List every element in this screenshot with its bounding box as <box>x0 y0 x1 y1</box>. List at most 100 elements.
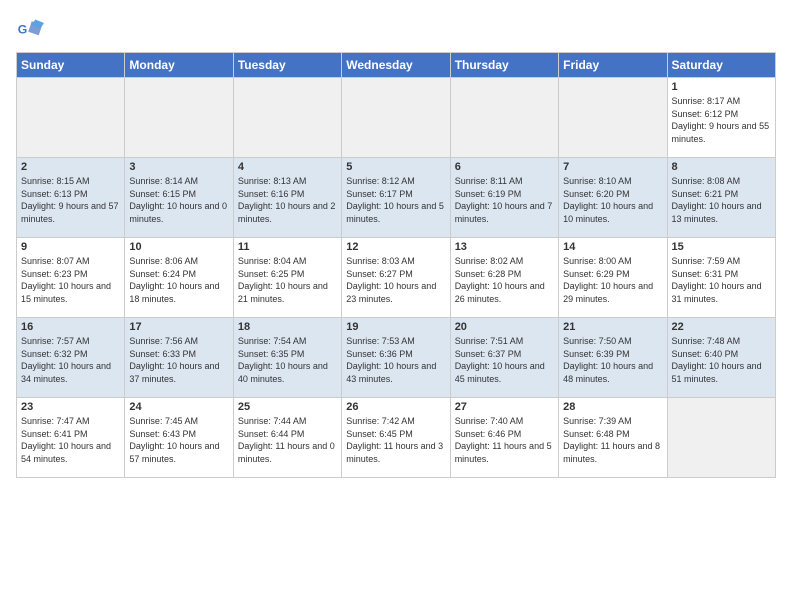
day-info: Sunrise: 8:06 AM Sunset: 6:24 PM Dayligh… <box>129 255 228 305</box>
calendar-cell: 27 Sunrise: 7:40 AM Sunset: 6:46 PM Dayli… <box>450 398 558 478</box>
day-info: Sunrise: 8:10 AM Sunset: 6:20 PM Dayligh… <box>563 175 662 225</box>
calendar-cell: 9 Sunrise: 8:07 AM Sunset: 6:23 PM Daylig… <box>17 238 125 318</box>
calendar-cell: 6Sunrise: 8:11 AM Sunset: 6:19 PM Daylig… <box>450 158 558 238</box>
day-info: Sunrise: 7:51 AM Sunset: 6:37 PM Dayligh… <box>455 335 554 385</box>
calendar-cell: 14 Sunrise: 8:00 AM Sunset: 6:29 PM Dayli… <box>559 238 667 318</box>
day-info: Sunrise: 8:08 AM Sunset: 6:21 PM Dayligh… <box>672 175 771 225</box>
day-info: Sunrise: 7:56 AM Sunset: 6:33 PM Dayligh… <box>129 335 228 385</box>
day-number: 12 <box>346 241 445 253</box>
day-info: Sunrise: 7:45 AM Sunset: 6:43 PM Dayligh… <box>129 415 228 465</box>
svg-text:G: G <box>18 23 28 37</box>
header-wednesday: Wednesday <box>342 53 450 78</box>
day-number: 2 <box>21 161 120 173</box>
header-sunday: Sunday <box>17 53 125 78</box>
day-info: Sunrise: 7:47 AM Sunset: 6:41 PM Dayligh… <box>21 415 120 465</box>
week-row-2: 2 Sunrise: 8:15 AM Sunset: 6:13 PM Daylig… <box>17 158 776 238</box>
day-info: Sunrise: 8:13 AM Sunset: 6:16 PM Dayligh… <box>238 175 337 225</box>
logo-icon: G <box>16 16 44 44</box>
calendar-cell: 21 Sunrise: 7:50 AM Sunset: 6:39 PM Dayli… <box>559 318 667 398</box>
day-number: 26 <box>346 401 445 413</box>
calendar-cell <box>233 78 341 158</box>
page-header: G <box>16 16 776 44</box>
day-info: Sunrise: 8:07 AM Sunset: 6:23 PM Dayligh… <box>21 255 120 305</box>
day-info: Sunrise: 8:17 AM Sunset: 6:12 PM Dayligh… <box>672 95 771 145</box>
calendar-cell <box>559 78 667 158</box>
calendar-cell: 22 Sunrise: 7:48 AM Sunset: 6:40 PM Dayli… <box>667 318 775 398</box>
day-number: 11 <box>238 241 337 253</box>
calendar-cell: 28Sunrise: 7:39 AM Sunset: 6:48 PM Dayli… <box>559 398 667 478</box>
day-number: 23 <box>21 401 120 413</box>
day-number: 6 <box>455 161 554 173</box>
day-info: Sunrise: 7:48 AM Sunset: 6:40 PM Dayligh… <box>672 335 771 385</box>
calendar-cell: 5 Sunrise: 8:12 AM Sunset: 6:17 PM Daylig… <box>342 158 450 238</box>
calendar-cell: 16Sunrise: 7:57 AM Sunset: 6:32 PM Dayli… <box>17 318 125 398</box>
day-info: Sunrise: 7:54 AM Sunset: 6:35 PM Dayligh… <box>238 335 337 385</box>
day-number: 13 <box>455 241 554 253</box>
calendar-cell <box>17 78 125 158</box>
day-number: 25 <box>238 401 337 413</box>
day-number: 3 <box>129 161 228 173</box>
logo: G <box>16 16 48 44</box>
day-info: Sunrise: 8:04 AM Sunset: 6:25 PM Dayligh… <box>238 255 337 305</box>
day-number: 19 <box>346 321 445 333</box>
day-number: 8 <box>672 161 771 173</box>
week-row-3: 9 Sunrise: 8:07 AM Sunset: 6:23 PM Daylig… <box>17 238 776 318</box>
week-row-5: 23 Sunrise: 7:47 AM Sunset: 6:41 PM Dayli… <box>17 398 776 478</box>
day-number: 1 <box>672 81 771 93</box>
day-number: 10 <box>129 241 228 253</box>
calendar-cell: 12 Sunrise: 8:03 AM Sunset: 6:27 PM Dayli… <box>342 238 450 318</box>
calendar-table: SundayMondayTuesdayWednesdayThursdayFrid… <box>16 52 776 478</box>
week-row-4: 16Sunrise: 7:57 AM Sunset: 6:32 PM Dayli… <box>17 318 776 398</box>
calendar-cell: 25 Sunrise: 7:44 AM Sunset: 6:44 PM Dayli… <box>233 398 341 478</box>
calendar-cell: 7Sunrise: 8:10 AM Sunset: 6:20 PM Daylig… <box>559 158 667 238</box>
calendar-cell <box>667 398 775 478</box>
day-info: Sunrise: 7:44 AM Sunset: 6:44 PM Dayligh… <box>238 415 337 465</box>
day-info: Sunrise: 8:12 AM Sunset: 6:17 PM Dayligh… <box>346 175 445 225</box>
calendar-cell: 15 Sunrise: 7:59 AM Sunset: 6:31 PM Dayli… <box>667 238 775 318</box>
calendar-cell: 18 Sunrise: 7:54 AM Sunset: 6:35 PM Dayli… <box>233 318 341 398</box>
day-number: 4 <box>238 161 337 173</box>
calendar-cell: 8 Sunrise: 8:08 AM Sunset: 6:21 PM Daylig… <box>667 158 775 238</box>
day-info: Sunrise: 7:40 AM Sunset: 6:46 PM Dayligh… <box>455 415 554 465</box>
calendar-cell <box>342 78 450 158</box>
day-number: 20 <box>455 321 554 333</box>
day-number: 17 <box>129 321 228 333</box>
day-number: 5 <box>346 161 445 173</box>
day-info: Sunrise: 7:42 AM Sunset: 6:45 PM Dayligh… <box>346 415 445 465</box>
day-info: Sunrise: 8:00 AM Sunset: 6:29 PM Dayligh… <box>563 255 662 305</box>
calendar-cell: 3 Sunrise: 8:14 AM Sunset: 6:15 PM Daylig… <box>125 158 233 238</box>
calendar-cell: 2 Sunrise: 8:15 AM Sunset: 6:13 PM Daylig… <box>17 158 125 238</box>
day-info: Sunrise: 7:53 AM Sunset: 6:36 PM Dayligh… <box>346 335 445 385</box>
day-info: Sunrise: 8:03 AM Sunset: 6:27 PM Dayligh… <box>346 255 445 305</box>
day-info: Sunrise: 8:02 AM Sunset: 6:28 PM Dayligh… <box>455 255 554 305</box>
day-number: 9 <box>21 241 120 253</box>
calendar-cell: 20 Sunrise: 7:51 AM Sunset: 6:37 PM Dayli… <box>450 318 558 398</box>
day-number: 24 <box>129 401 228 413</box>
header-monday: Monday <box>125 53 233 78</box>
calendar-cell: 1 Sunrise: 8:17 AM Sunset: 6:12 PM Daylig… <box>667 78 775 158</box>
calendar-cell: 19 Sunrise: 7:53 AM Sunset: 6:36 PM Dayli… <box>342 318 450 398</box>
day-info: Sunrise: 8:15 AM Sunset: 6:13 PM Dayligh… <box>21 175 120 225</box>
calendar-cell <box>450 78 558 158</box>
calendar-cell: 24 Sunrise: 7:45 AM Sunset: 6:43 PM Dayli… <box>125 398 233 478</box>
calendar-cell: 23 Sunrise: 7:47 AM Sunset: 6:41 PM Dayli… <box>17 398 125 478</box>
day-number: 16 <box>21 321 120 333</box>
calendar-cell: 4 Sunrise: 8:13 AM Sunset: 6:16 PM Daylig… <box>233 158 341 238</box>
day-info: Sunrise: 7:50 AM Sunset: 6:39 PM Dayligh… <box>563 335 662 385</box>
header-saturday: Saturday <box>667 53 775 78</box>
day-number: 18 <box>238 321 337 333</box>
header-thursday: Thursday <box>450 53 558 78</box>
calendar-cell: 11 Sunrise: 8:04 AM Sunset: 6:25 PM Dayli… <box>233 238 341 318</box>
calendar-cell: 26 Sunrise: 7:42 AM Sunset: 6:45 PM Dayli… <box>342 398 450 478</box>
day-number: 22 <box>672 321 771 333</box>
day-number: 14 <box>563 241 662 253</box>
day-info: Sunrise: 8:14 AM Sunset: 6:15 PM Dayligh… <box>129 175 228 225</box>
day-info: Sunrise: 7:59 AM Sunset: 6:31 PM Dayligh… <box>672 255 771 305</box>
week-row-1: 1 Sunrise: 8:17 AM Sunset: 6:12 PM Daylig… <box>17 78 776 158</box>
header-tuesday: Tuesday <box>233 53 341 78</box>
calendar-cell: 13 Sunrise: 8:02 AM Sunset: 6:28 PM Dayli… <box>450 238 558 318</box>
day-number: 21 <box>563 321 662 333</box>
day-number: 27 <box>455 401 554 413</box>
calendar-header-row: SundayMondayTuesdayWednesdayThursdayFrid… <box>17 53 776 78</box>
day-number: 15 <box>672 241 771 253</box>
